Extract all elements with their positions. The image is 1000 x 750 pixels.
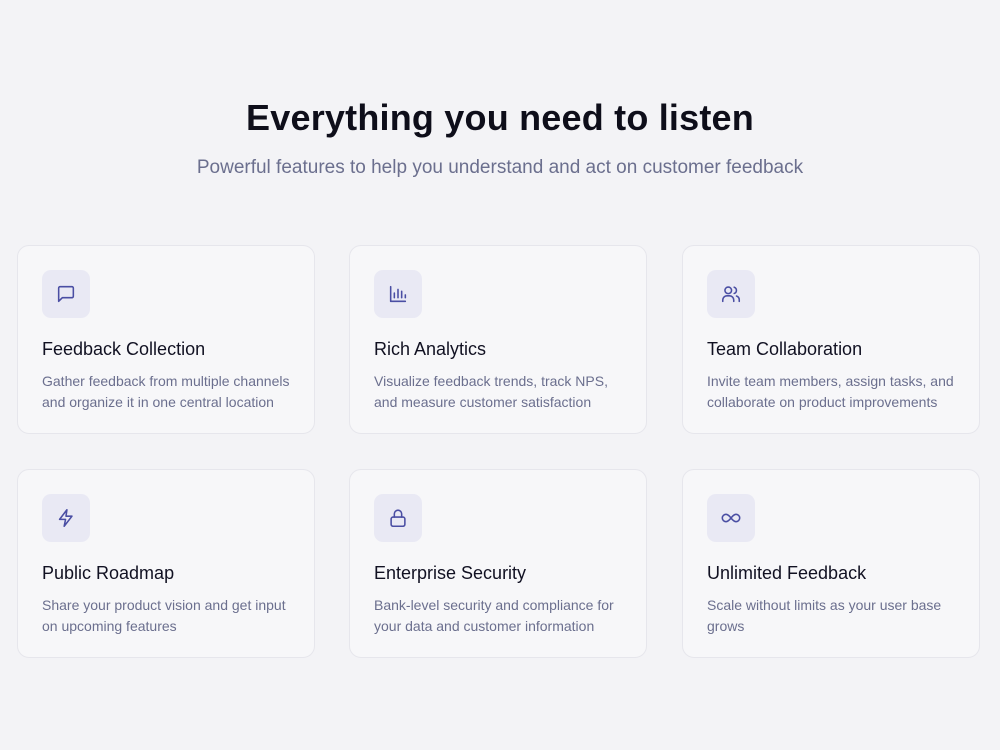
feature-card-feedback-collection: Feedback Collection Gather feedback from… bbox=[17, 245, 315, 434]
feature-title: Unlimited Feedback bbox=[707, 563, 867, 583]
lock-icon bbox=[374, 494, 422, 542]
feature-title: Rich Analytics bbox=[374, 339, 487, 359]
feature-title: Feedback Collection bbox=[42, 339, 206, 359]
message-square-icon bbox=[42, 270, 90, 318]
feature-card-team-collaboration: Team Collaboration Invite team members, … bbox=[682, 245, 980, 434]
feature-description: Share your product vision and get input … bbox=[42, 597, 286, 634]
page-subtitle: Powerful features to help you understand… bbox=[196, 157, 804, 178]
feature-description: Gather feedback from multiple channels a… bbox=[42, 373, 290, 410]
feature-card-public-roadmap: Public Roadmap Share your product vision… bbox=[17, 469, 315, 658]
feature-card-rich-analytics: Rich Analytics Visualize feedback trends… bbox=[349, 245, 647, 434]
feature-description: Invite team members, assign tasks, and c… bbox=[707, 373, 954, 410]
bar-chart-icon bbox=[374, 270, 422, 318]
feature-card-unlimited-feedback: Unlimited Feedback Scale without limits … bbox=[682, 469, 980, 658]
lightning-icon bbox=[42, 494, 90, 542]
feature-description: Bank-level security and compliance for y… bbox=[374, 597, 614, 634]
feature-card-enterprise-security: Enterprise Security Bank-level security … bbox=[349, 469, 647, 658]
users-icon bbox=[707, 270, 755, 318]
feature-title: Team Collaboration bbox=[707, 339, 863, 359]
feature-description: Scale without limits as your user base g… bbox=[707, 597, 942, 634]
feature-title: Enterprise Security bbox=[374, 563, 527, 583]
page-title: Everything you need to listen bbox=[246, 97, 754, 138]
feature-title: Public Roadmap bbox=[42, 563, 175, 583]
infinity-icon bbox=[707, 494, 755, 542]
feature-description: Visualize feedback trends, track NPS, an… bbox=[374, 373, 608, 410]
